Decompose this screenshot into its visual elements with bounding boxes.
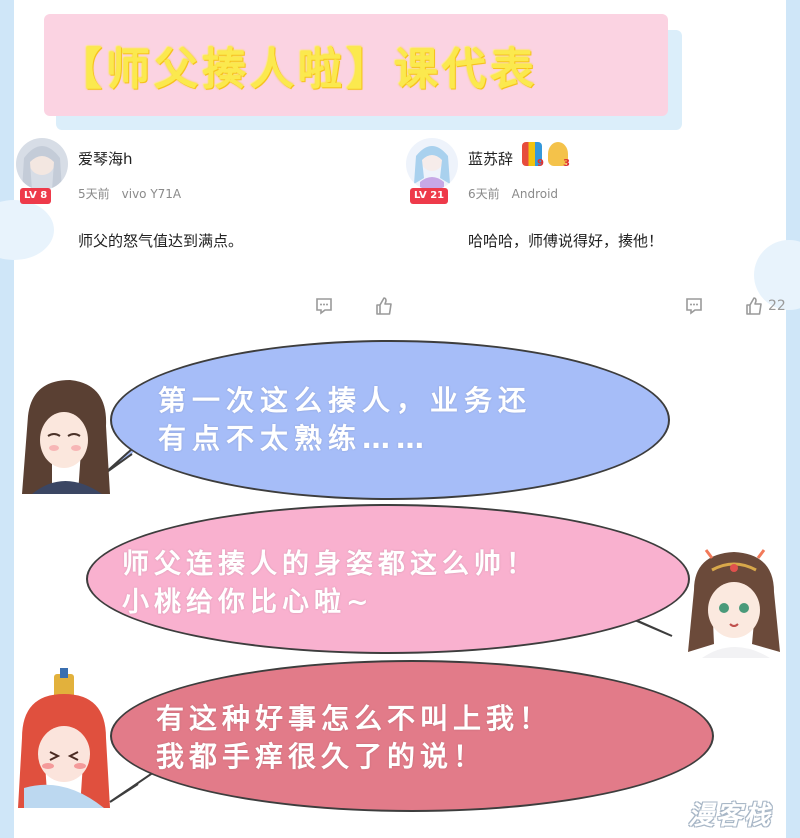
comment-meta: 6天前 Android (468, 185, 558, 202)
bubble-line: 有这种好事怎么不叫上我！ (156, 702, 553, 735)
badge-count: 3 (563, 158, 570, 169)
avatar[interactable] (16, 138, 68, 190)
comment-text: 哈哈哈，师傅说得好，揍他！ (468, 232, 664, 250)
post-time: 6天前 (468, 187, 500, 201)
comment-card: LV 8 爱琴海h 5天前 vivo Y71A 师父的怒气值达到满点。 (16, 130, 386, 250)
username[interactable]: 蓝苏辞 (468, 148, 513, 169)
device-name: vivo Y71A (121, 187, 182, 201)
bubble-line: 有点不太熟练…… (158, 422, 431, 455)
comment-text: 师父的怒气值达到满点。 (78, 232, 244, 250)
comic-panel: 【师父揍人啦】课代表 LV 8 爱琴海h 5天前 vivo Y71A 师父的怒气值… (0, 0, 800, 838)
book-badge-icon: 9 (522, 142, 544, 169)
title-banner: 【师父揍人啦】课代表 (44, 14, 668, 116)
post-time: 5天前 (78, 187, 110, 201)
level-badge: LV 8 (20, 188, 52, 204)
medal-badge-icon: 3 (548, 142, 570, 169)
comment-card: LV 21 蓝苏辞 9 3 6天前 Android 哈哈哈，师傅说得好，揍他！ (406, 130, 786, 250)
comment-button[interactable] (314, 296, 334, 316)
like-icon (376, 297, 392, 315)
comment-button[interactable] (684, 296, 704, 316)
comment-icon (686, 298, 702, 315)
bubble-text: 第一次这么揍人，业务还 有点不太熟练…… (158, 382, 532, 458)
bubble-line: 第一次这么揍人，业务还 (158, 384, 533, 417)
badge-count: 9 (537, 158, 544, 169)
comment-actions: 22 (684, 296, 786, 316)
bubble-text: 师父连揍人的身姿都这么帅！ 小桃给你比心啦~ (122, 546, 538, 622)
comment-actions (314, 296, 398, 316)
like-icon (746, 297, 762, 315)
character-xiaotao (688, 549, 780, 658)
bubble-line: 我都手痒很久了的说！ (156, 740, 487, 773)
avatar-image (16, 138, 68, 190)
watermark-logo: 漫客栈 (687, 801, 772, 831)
avatar[interactable] (406, 138, 458, 190)
level-badge: LV 21 (410, 188, 449, 204)
character-redhair (18, 668, 110, 808)
page-title: 【师父揍人啦】课代表 (58, 44, 538, 95)
like-count: 22 (768, 298, 786, 314)
username[interactable]: 爱琴海h (78, 148, 133, 169)
bubble-line: 小桃给你比心啦~ (122, 587, 374, 618)
comment-meta: 5天前 vivo Y71A (78, 185, 181, 202)
bubble-text: 有这种好事怎么不叫上我！ 我都手痒很久了的说！ (156, 700, 552, 776)
like-button[interactable]: 22 (744, 296, 786, 316)
avatar-image (406, 138, 458, 190)
device-name: Android (511, 187, 559, 201)
character-master (22, 380, 110, 494)
bubble-line: 师父连揍人的身姿都这么帅！ (122, 549, 538, 580)
comment-icon (316, 298, 332, 315)
user-badges: 9 3 (522, 142, 570, 169)
like-button[interactable] (374, 296, 398, 316)
